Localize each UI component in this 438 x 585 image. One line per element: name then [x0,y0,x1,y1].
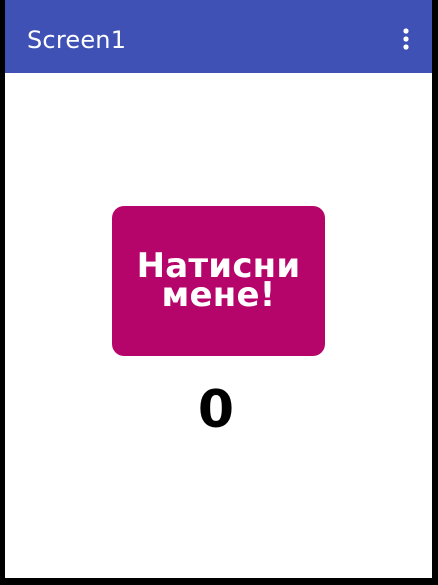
main-content: Натисни мене! 0 [5,73,432,578]
overflow-menu-button[interactable] [394,25,418,53]
app-bar: Screen1 [5,0,432,73]
vertical-ellipsis-icon [403,28,409,50]
app-title: Screen1 [27,26,127,54]
app-screen: Screen1 Натисни мене! 0 [5,0,432,578]
counter-value: 0 [197,380,235,440]
press-me-button[interactable]: Натисни мене! [112,206,325,356]
